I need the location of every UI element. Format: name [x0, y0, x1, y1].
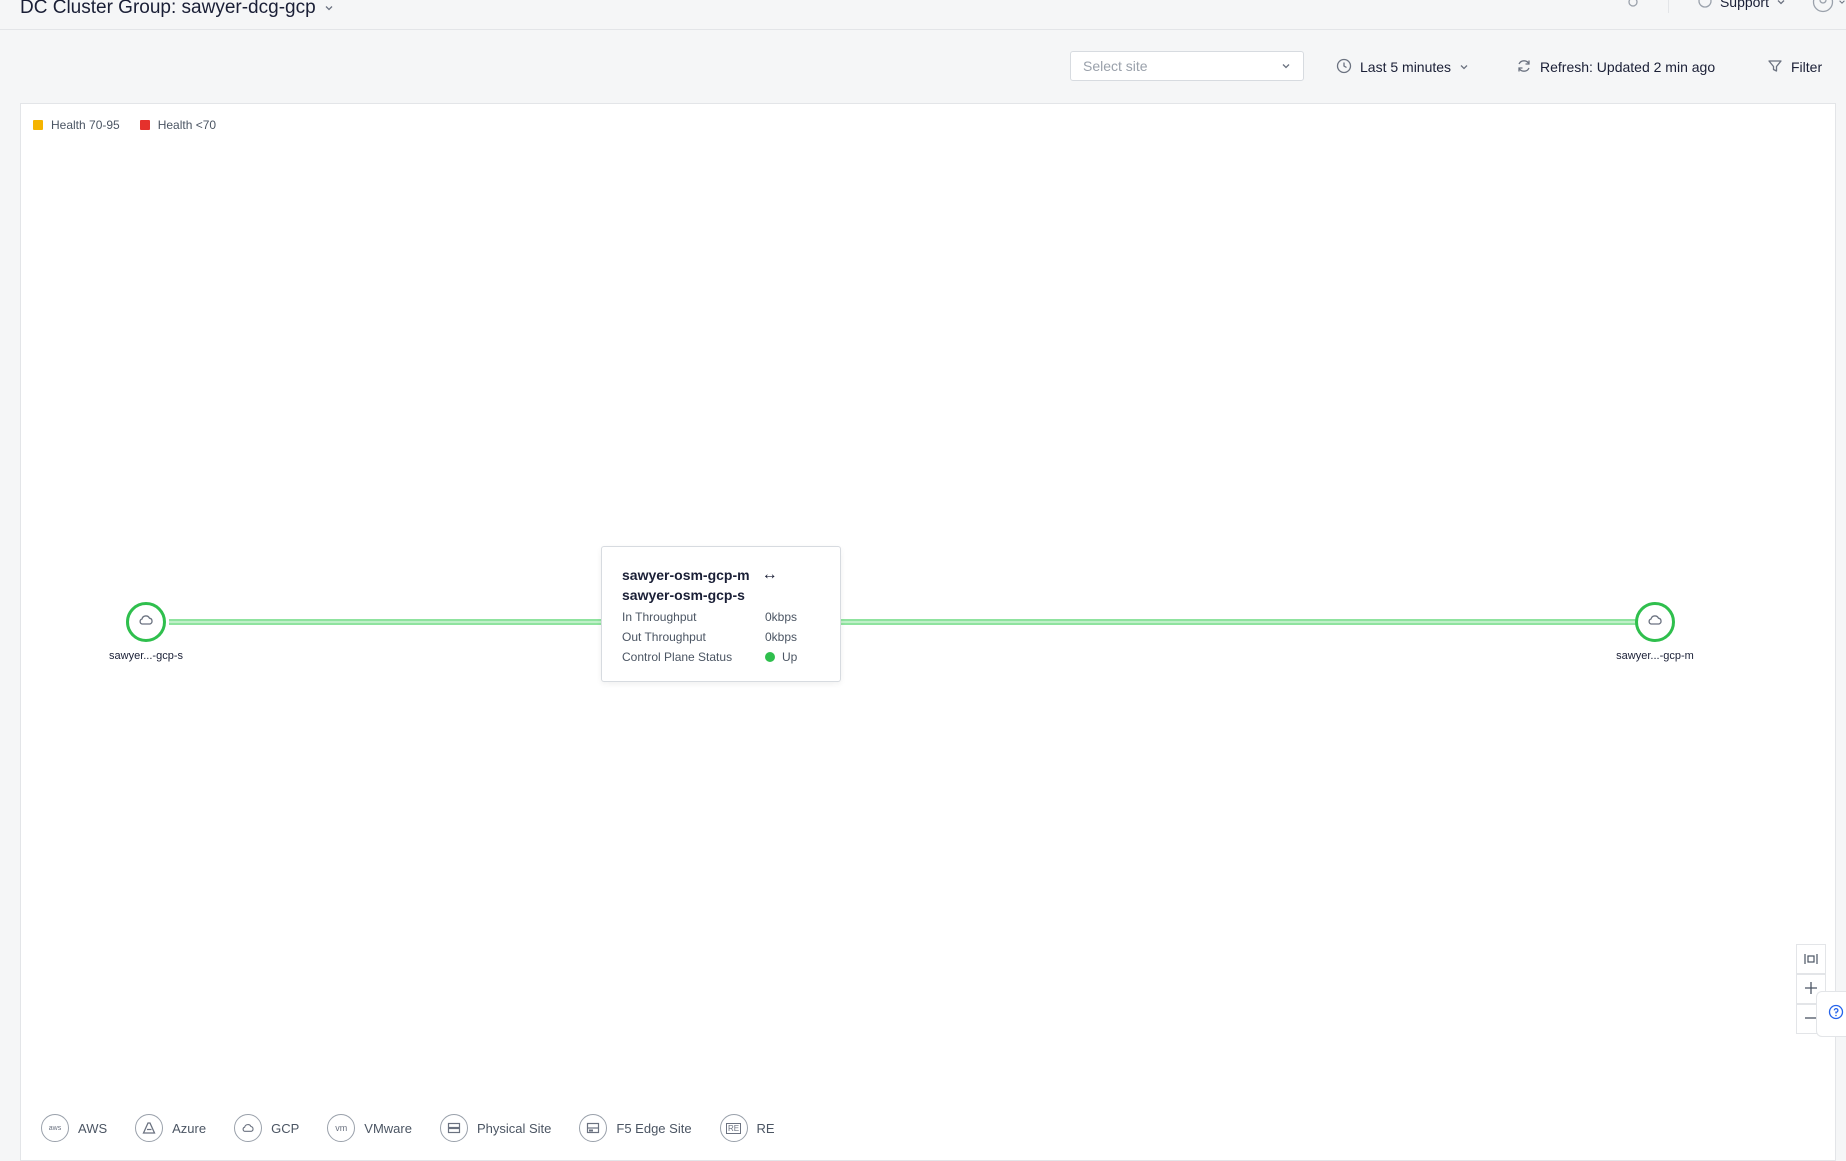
refresh-button[interactable]: Refresh: Updated 2 min ago [1516, 51, 1715, 83]
vmware-icon: vm [327, 1114, 356, 1142]
provider-legend-item: F5 Edge Site [579, 1114, 692, 1142]
tooltip-key: Control Plane Status [622, 650, 733, 664]
filter-icon [1767, 58, 1783, 77]
site-select-placeholder: Select site [1083, 58, 1148, 74]
filter-label: Filter [1791, 59, 1823, 75]
tooltip-source: sawyer-osm-gcp-m [622, 567, 750, 583]
fit-to-screen-icon [1804, 948, 1818, 971]
refresh-label: Refresh: Updated 2 min ago [1540, 59, 1716, 75]
provider-legend-item: GCP [234, 1114, 299, 1142]
tooltip-row: In Throughput 0kbps [622, 609, 820, 625]
user-avatar-icon[interactable] [1812, 0, 1846, 13]
top-right-actions: Support [1626, 0, 1846, 13]
time-range-label: Last 5 minutes [1360, 59, 1452, 75]
topology-link[interactable] [169, 619, 1641, 625]
health-swatch-red [139, 120, 150, 130]
vmware-icon-text: vm [335, 1123, 348, 1133]
chevron-down-icon [324, 0, 334, 19]
tooltip-value: 0kbps [765, 630, 798, 644]
tooltip-row: Control Plane Status Up [622, 649, 820, 665]
toolbar: Select site Last 5 minutes Refresh: Upda… [0, 51, 1846, 83]
health-legend-label: Health <70 [157, 118, 217, 132]
tooltip-title-row: sawyer-osm-gcp-m ↔ [622, 565, 820, 585]
azure-icon [135, 1114, 164, 1142]
page-title[interactable]: DC Cluster Group: sawyer-dcg-gcp [20, 0, 334, 19]
tooltip-status: Up [765, 649, 797, 665]
site-node-label: sawyer...-gcp-m [1616, 650, 1694, 662]
support-icon [1697, 0, 1713, 12]
health-legend: Health 70-95 Health <70 [33, 118, 216, 132]
topology-panel: Health 70-95 Health <70 sawyer...-gcp-s … [20, 103, 1836, 1161]
provider-label: RE [756, 1120, 775, 1136]
clock-icon [1336, 58, 1352, 77]
provider-legend-item: RE RE [719, 1114, 775, 1142]
help-tab[interactable] [1816, 991, 1846, 1037]
tooltip-target: sawyer-osm-gcp-s [622, 587, 745, 603]
notification-icon[interactable] [1626, 0, 1642, 12]
provider-label: F5 Edge Site [616, 1120, 692, 1136]
health-swatch-amber [33, 120, 43, 130]
site-select[interactable]: Select site [1070, 51, 1304, 81]
time-range-button[interactable]: Last 5 minutes [1336, 51, 1469, 83]
bidirectional-arrow-icon: ↔ [761, 566, 778, 583]
tooltip-key: Out Throughput [622, 630, 706, 644]
top-bar: DC Cluster Group: sawyer-dcg-gcp Support [0, 0, 1846, 30]
fit-to-screen-button[interactable] [1796, 944, 1826, 974]
gcp-cloud-icon [1647, 613, 1663, 631]
status-up-dot [765, 652, 775, 662]
health-legend-label: Health 70-95 [51, 118, 120, 132]
page-title-text: DC Cluster Group: sawyer-dcg-gcp [20, 0, 316, 18]
chevron-down-icon [1459, 59, 1469, 75]
provider-label: VMware [364, 1120, 412, 1136]
provider-legend-item: Azure [135, 1114, 206, 1142]
provider-label: Azure [172, 1120, 207, 1136]
provider-legend-item: Physical Site [439, 1114, 552, 1142]
f5-edge-site-icon [579, 1114, 608, 1142]
provider-legend-item: vm VMware [327, 1114, 412, 1142]
gcp-icon [234, 1114, 263, 1142]
filter-button[interactable]: Filter [1767, 51, 1822, 83]
site-node-gcp-s[interactable] [126, 602, 166, 642]
help-icon [1828, 1004, 1844, 1025]
provider-label: AWS [78, 1120, 108, 1136]
aws-icon-text: aws [48, 1124, 62, 1132]
health-legend-item: Health <70 [139, 118, 217, 132]
site-node-gcp-m[interactable] [1635, 602, 1675, 642]
tooltip-value: 0kbps [765, 610, 798, 624]
physical-site-icon [439, 1114, 468, 1142]
support-menu[interactable]: Support [1697, 0, 1786, 12]
aws-icon: aws [41, 1114, 69, 1142]
health-legend-item: Health 70-95 [33, 118, 120, 132]
re-icon: RE [719, 1114, 748, 1142]
refresh-icon [1516, 58, 1532, 77]
support-label: Support [1719, 0, 1769, 10]
re-icon-text: RE [725, 1122, 742, 1134]
chevron-down-icon [1281, 58, 1291, 74]
tooltip-value: Up [782, 650, 798, 664]
gcp-cloud-icon [138, 613, 154, 631]
chevron-down-icon [1776, 0, 1786, 10]
provider-label: GCP [271, 1120, 300, 1136]
tooltip-row: Out Throughput 0kbps [622, 629, 820, 645]
site-node-label: sawyer...-gcp-s [109, 650, 183, 662]
divider [1667, 0, 1669, 13]
provider-legend-item: aws AWS [41, 1114, 107, 1142]
provider-legend: aws AWS Azure GCP vm VMware Physical Sit… [41, 1114, 803, 1142]
provider-label: Physical Site [476, 1120, 552, 1136]
tooltip-key: In Throughput [622, 610, 697, 624]
link-tooltip: sawyer-osm-gcp-m ↔ sawyer-osm-gcp-s In T… [601, 546, 841, 682]
